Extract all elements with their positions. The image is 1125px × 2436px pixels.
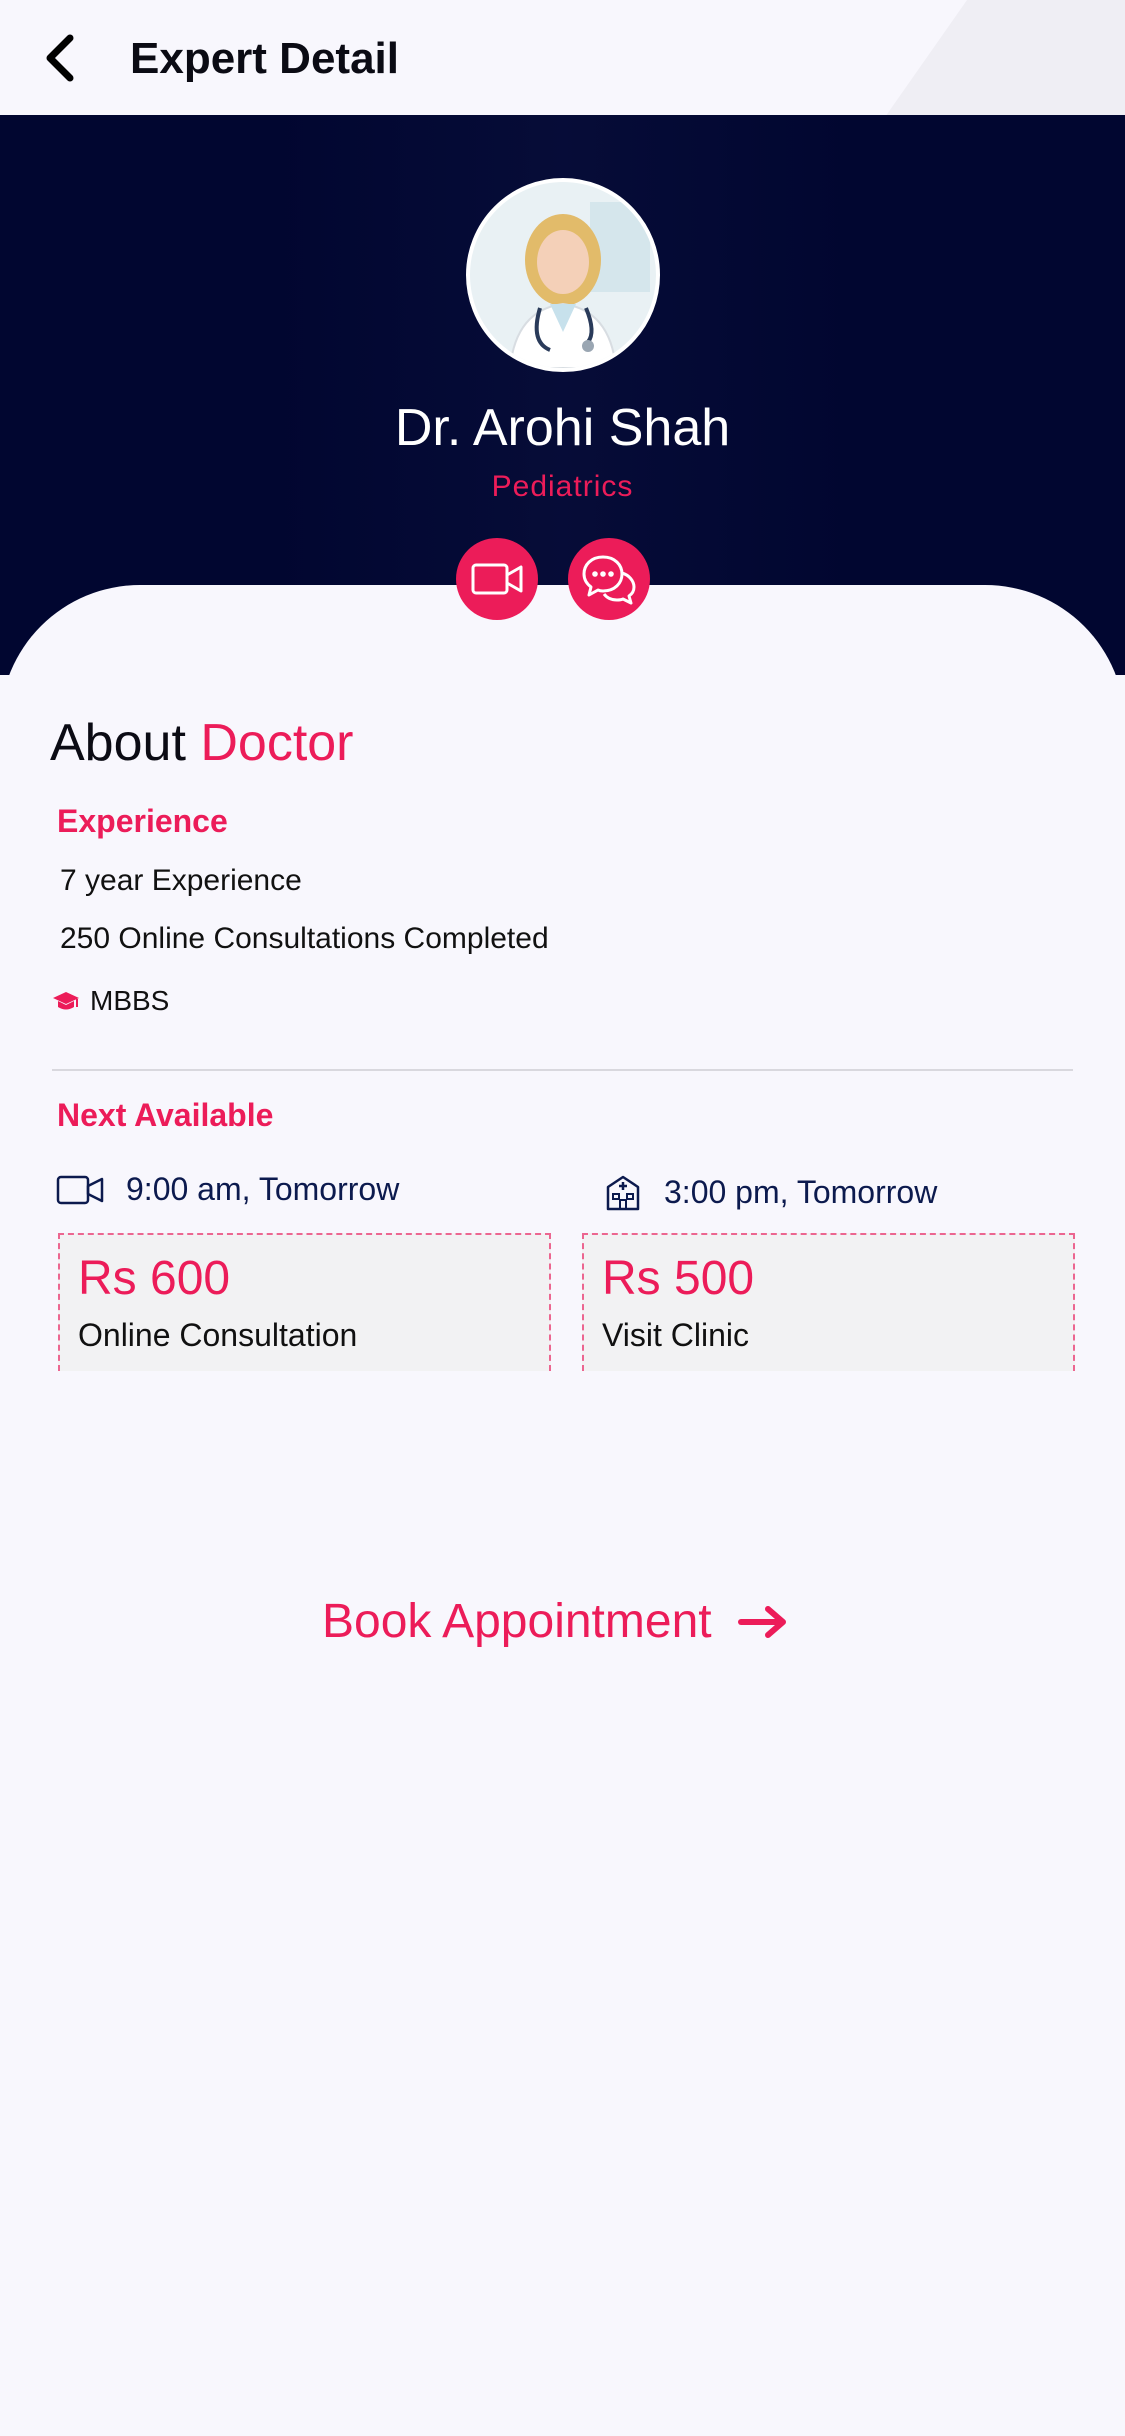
header-decoration [854,0,1125,115]
education-row: MBBS [52,985,169,1017]
hospital-icon [606,1175,640,1211]
chat-button[interactable] [568,538,650,620]
clinic-price: Rs 500 [602,1252,755,1305]
video-camera-icon [471,563,523,595]
section-divider [52,1069,1073,1071]
clinic-slot-time: 3:00 pm, Tomorrow [664,1173,938,1210]
clinic-price-type: Visit Clinic [602,1317,749,1353]
degree-text: MBBS [90,985,170,1016]
visit-clinic-price-card[interactable]: Rs 500 Visit Clinic [582,1233,1075,1371]
back-button[interactable] [30,28,90,88]
about-heading: About Doctor [50,710,354,776]
online-price: Rs 600 [78,1252,231,1305]
details-card [0,585,1125,2436]
online-consultation-price-card[interactable]: Rs 600 Online Consultation [58,1233,551,1371]
consultations-count: 250 Online Consultations Completed [60,922,549,955]
book-appointment-button[interactable]: Book Appointment [322,1590,788,1654]
next-available-label: Next Available [57,1097,274,1133]
top-app-bar: Expert Detail [0,0,1125,115]
arrow-right-icon [737,1606,786,1638]
video-call-button[interactable] [456,538,538,620]
page-title: Expert Detail [130,34,399,83]
doctor-specialty: Pediatrics [491,470,634,503]
chat-bubbles-icon [582,555,636,605]
experience-years: 7 year Experience [60,864,302,897]
online-slot: 9:00 am, Tomorrow [56,1171,399,1208]
online-slot-time: 9:00 am, Tomorrow [126,1171,400,1207]
clinic-slot: 3:00 pm, Tomorrow [604,1173,937,1211]
video-camera-icon [56,1175,104,1204]
about-heading-accent: Doctor [200,714,354,772]
online-price-type: Online Consultation [78,1317,358,1353]
about-heading-prefix: About [50,714,186,772]
graduation-cap-icon [53,992,79,1010]
book-appointment-label: Book Appointment [322,1595,712,1648]
chevron-left-icon [46,34,74,82]
doctor-name: Dr. Arohi Shah [394,399,731,457]
experience-label: Experience [57,803,228,839]
doctor-avatar [466,178,660,372]
